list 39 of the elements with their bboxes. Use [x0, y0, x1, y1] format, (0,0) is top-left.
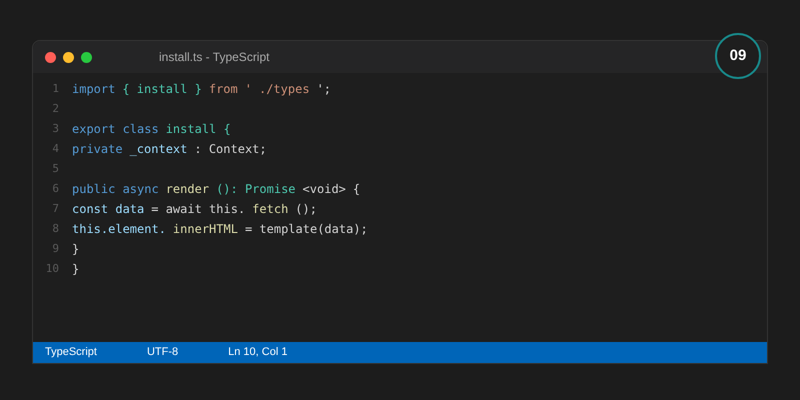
code-token: : Context; [194, 141, 267, 158]
code-token: install { [166, 121, 231, 138]
code-token: fetch [252, 201, 288, 218]
code-token: private [72, 141, 123, 158]
code-token: '; [316, 81, 332, 98]
code-token: const data [72, 201, 144, 218]
line-number: 10 [44, 260, 60, 277]
code-token: { install } [122, 81, 202, 98]
line-number: 2 [51, 100, 60, 117]
code-token: this.element. [72, 221, 166, 238]
code-token: (); [295, 201, 317, 218]
code-token: from [208, 81, 238, 98]
line-number: 9 [51, 240, 60, 257]
code-token: (): Promise [216, 181, 296, 198]
code-token: = template(data); [244, 221, 368, 238]
code-token: render [166, 181, 210, 198]
code-token: = await this. [151, 201, 246, 218]
line-number: 6 [51, 180, 60, 197]
code-token: } [72, 241, 80, 258]
code-token: { [352, 181, 360, 198]
line-number: 1 [51, 80, 60, 97]
code-token: ' [244, 81, 252, 98]
code-token: innerHTML [172, 221, 238, 238]
status-item: Ln 10, Col 1 [228, 345, 288, 360]
code-token: _context [130, 141, 188, 158]
line-number: 3 [51, 120, 60, 137]
code-token: } [72, 261, 80, 278]
line-number: 8 [51, 220, 60, 237]
code-token: public async [72, 181, 159, 198]
code-token: export class [72, 121, 159, 138]
line-number: 7 [51, 200, 60, 217]
code-token: ./types [258, 81, 310, 98]
line-number: 4 [51, 140, 60, 157]
code-token: <void> [302, 181, 346, 198]
line-number: 5 [51, 160, 60, 177]
status-item: TypeScript [45, 345, 97, 360]
window-title: install.ts - TypeScript [159, 49, 270, 66]
code-token: import [72, 81, 116, 98]
status-item: UTF-8 [146, 345, 178, 360]
